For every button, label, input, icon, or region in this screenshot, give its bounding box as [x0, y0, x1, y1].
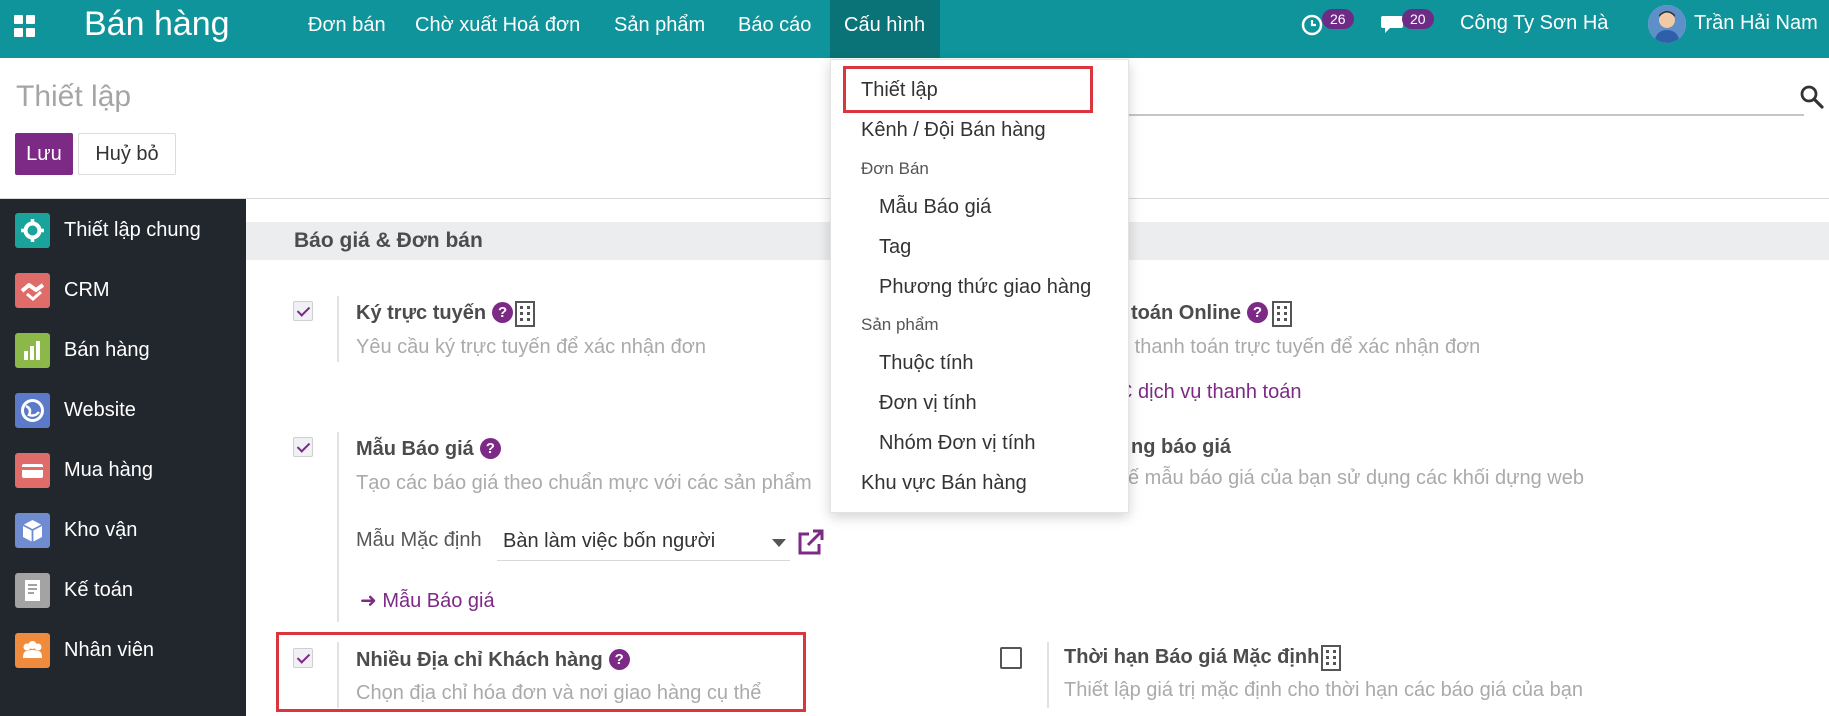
gear-icon: [15, 213, 50, 248]
invoice-icon: [15, 573, 50, 608]
option-divider: [337, 642, 339, 708]
external-link-icon[interactable]: [795, 528, 825, 558]
dropdown-item-delivery-methods[interactable]: Phương thức giao hàng: [879, 276, 1091, 299]
default-validity-title: Thời hạn Báo giá Mặc định: [1064, 646, 1320, 668]
company-switcher[interactable]: Công Ty Sơn Hà: [1460, 12, 1608, 35]
arrow-right-icon: ➜: [360, 590, 383, 612]
dropdown-header-products: Sản phẩm: [861, 315, 939, 334]
credit-card-icon: [15, 453, 50, 488]
settings-sidebar: Thiết lập chung CRM Bán hàng Website Mua…: [0, 199, 246, 716]
handshake-icon: [15, 273, 50, 308]
payment-providers-link[interactable]: C dịch vụ thanh toán: [1118, 381, 1301, 404]
section-title: Báo giá & Đơn bán: [294, 229, 483, 252]
page-title: Thiết lập: [16, 80, 132, 113]
sidebar-item-label: Thiết lập chung: [64, 219, 201, 241]
sidebar-item-label: Mua hàng: [64, 459, 153, 481]
sidebar-item-employees[interactable]: Nhân viên: [0, 619, 246, 679]
default-validity-desc: Thiết lập giá trị mặc định cho thời hạn …: [1064, 679, 1583, 701]
sidebar-item-website[interactable]: Website: [0, 379, 246, 439]
message-badge: 20: [1402, 9, 1434, 29]
multi-address-checkbox[interactable]: [293, 648, 313, 668]
multi-address-title: Nhiều Địa chỉ Khách hàng?: [356, 649, 630, 672]
dropdown-item-attributes[interactable]: Thuộc tính: [879, 352, 974, 375]
sidebar-item-label: Kho vận: [64, 519, 138, 541]
multi-address-desc: Chọn địa chỉ hóa đơn và nơi giao hàng cụ…: [356, 682, 762, 704]
quotation-templates-desc: Tạo các báo giá theo chuẩn mực với các s…: [356, 472, 812, 494]
sidebar-item-label: CRM: [64, 279, 110, 301]
app-name[interactable]: Bán hàng: [84, 5, 230, 44]
online-payment-title: toán Online?: [1131, 302, 1268, 325]
sidebar-item-crm[interactable]: CRM: [0, 259, 246, 319]
activity-badge: 26: [1322, 9, 1354, 29]
quotation-templates-link[interactable]: ➜ Mẫu Báo giá: [360, 588, 495, 613]
online-signature-desc: Yêu cầu ký trực tuyến để xác nhận đơn: [356, 336, 707, 358]
help-icon[interactable]: ?: [492, 302, 514, 323]
help-icon[interactable]: ?: [1247, 302, 1268, 323]
apps-menu-icon[interactable]: [14, 15, 36, 37]
quotation-templates-checkbox[interactable]: [293, 437, 313, 457]
menu-products[interactable]: Sản phẩm: [600, 0, 719, 58]
box-icon: [15, 513, 50, 548]
sidebar-item-purchase[interactable]: Mua hàng: [0, 439, 246, 499]
default-template-select[interactable]: Bàn làm việc bốn người: [497, 523, 790, 561]
sidebar-item-label: Kế toán: [64, 579, 133, 601]
sidebar-item-label: Website: [64, 399, 136, 421]
online-payment-desc: u thanh toán trực tuyến để xác nhận đơn: [1118, 336, 1481, 358]
top-navbar: Bán hàng Đơn bán Chờ xuất Hoá đơn Sản ph…: [0, 0, 1829, 58]
menu-reporting[interactable]: Báo cáo: [724, 0, 825, 58]
dropdown-item-tags[interactable]: Tag: [879, 236, 911, 259]
default-template-label: Mẫu Mặc định: [356, 529, 482, 551]
dropdown-item-settings[interactable]: Thiết lập: [861, 79, 938, 102]
people-icon: [15, 633, 50, 668]
quotation-templates-title: Mẫu Báo giá?: [356, 438, 501, 461]
company-building-icon: [1272, 301, 1292, 327]
discard-button[interactable]: Huỷ bỏ: [78, 133, 176, 175]
sidebar-item-general-settings[interactable]: Thiết lập chung: [0, 199, 246, 259]
dropdown-item-uom[interactable]: Đơn vị tính: [879, 392, 977, 415]
sidebar-item-label: Bán hàng: [64, 339, 150, 361]
menu-configuration[interactable]: Cấu hình: [830, 0, 940, 58]
sidebar-item-accounting[interactable]: Kế toán: [0, 559, 246, 619]
help-icon[interactable]: ?: [479, 438, 501, 459]
user-avatar[interactable]: [1648, 5, 1686, 43]
chevron-down-icon[interactable]: [772, 539, 786, 547]
quotation-builder-title: ng báo giá: [1131, 436, 1231, 458]
menu-orders[interactable]: Đơn bán: [294, 0, 400, 58]
option-divider: [337, 296, 339, 362]
dropdown-item-sales-regions[interactable]: Khu vực Bán hàng: [861, 472, 1027, 495]
online-signature-checkbox[interactable]: [293, 301, 313, 321]
search-icon[interactable]: [1799, 84, 1825, 110]
sidebar-item-label: Nhân viên: [64, 639, 155, 661]
option-divider: [337, 432, 339, 622]
configuration-dropdown: Thiết lập Kênh / Đội Bán hàng Đơn Bán Mẫ…: [830, 59, 1129, 513]
company-building-icon: [1321, 645, 1341, 671]
option-divider: [1047, 642, 1049, 708]
dropdown-item-uom-categories[interactable]: Nhóm Đơn vị tính: [879, 432, 1036, 455]
save-button[interactable]: Lưu: [15, 133, 73, 175]
search-input[interactable]: [1128, 114, 1804, 116]
dropdown-item-sales-teams[interactable]: Kênh / Đội Bán hàng: [861, 119, 1046, 142]
user-menu[interactable]: Trần Hải Nam: [1694, 12, 1818, 35]
help-icon[interactable]: ?: [608, 649, 630, 670]
sidebar-item-inventory[interactable]: Kho vận: [0, 499, 246, 559]
dropdown-item-quotation-templates[interactable]: Mẫu Báo giá: [879, 196, 991, 219]
sidebar-item-sales[interactable]: Bán hàng: [0, 319, 246, 379]
default-validity-checkbox[interactable]: [1000, 647, 1022, 669]
online-signature-title: Ký trực tuyến?: [356, 302, 514, 325]
menu-to-invoice[interactable]: Chờ xuất Hoá đơn: [401, 0, 594, 58]
dropdown-header-orders: Đơn Bán: [861, 159, 929, 178]
bar-chart-icon: [15, 333, 50, 368]
company-building-icon: [515, 301, 535, 327]
globe-icon: [15, 393, 50, 428]
quotation-builder-desc: ế mẫu báo giá của bạn sử dụng các khối d…: [1128, 467, 1584, 489]
